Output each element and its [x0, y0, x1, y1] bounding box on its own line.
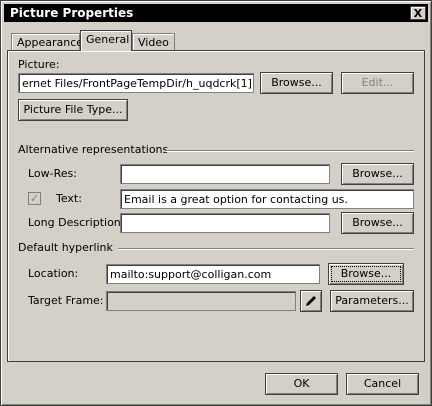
tab-video-label: Video — [138, 36, 169, 49]
location-label: Location: — [28, 267, 79, 280]
tab-general[interactable]: General — [80, 30, 132, 51]
low-res-field[interactable] — [120, 164, 330, 184]
picture-browse-button[interactable]: Browse... — [260, 72, 333, 94]
target-frame-label: Target Frame: — [28, 294, 104, 307]
tab-video[interactable]: Video — [132, 33, 175, 50]
low-res-browse-button[interactable]: Browse... — [341, 163, 414, 185]
edit-button[interactable]: Edit... — [341, 72, 414, 94]
long-description-label: Long Description: — [28, 216, 125, 229]
target-frame-field[interactable] — [106, 291, 296, 311]
low-res-label: Low-Res: — [28, 167, 77, 180]
tab-general-label: General — [86, 33, 130, 46]
target-frame-button[interactable] — [300, 290, 322, 312]
picture-file-type-button[interactable]: Picture File Type... — [18, 99, 128, 121]
ok-button[interactable]: OK — [265, 373, 338, 395]
location-field[interactable]: mailto:support@colligan.com — [106, 264, 320, 284]
general-tab-panel: Picture: ernet Files/FrontPageTempDir/h_… — [7, 50, 425, 362]
alternative-section-label: Alternative representations — [18, 143, 169, 156]
tab-appearance[interactable]: Appearance — [11, 33, 84, 50]
pencil-icon — [306, 296, 316, 306]
long-description-field[interactable] — [120, 213, 330, 233]
long-description-browse-button[interactable]: Browse... — [341, 212, 414, 234]
parameters-button[interactable]: Parameters... — [330, 290, 414, 312]
alt-text-field[interactable]: Email is a great option for contacting u… — [120, 189, 414, 209]
picture-path-field[interactable]: ernet Files/FrontPageTempDir/h_uqdcrk[1]… — [18, 73, 254, 93]
picture-properties-dialog: Picture Properties X Appearance General … — [0, 0, 432, 406]
hyperlink-separator — [118, 248, 414, 250]
alternative-separator — [166, 150, 414, 152]
tab-appearance-label: Appearance — [17, 36, 84, 49]
window-title: Picture Properties — [10, 6, 134, 20]
title-bar: Picture Properties X — [4, 4, 428, 22]
picture-label: Picture: — [18, 58, 60, 71]
text-checkbox[interactable]: ✓ — [28, 192, 41, 205]
hyperlink-section-label: Default hyperlink — [18, 241, 113, 254]
location-browse-button[interactable]: Browse... — [328, 263, 404, 285]
cancel-button[interactable]: Cancel — [346, 373, 419, 395]
close-button[interactable]: X — [410, 6, 426, 20]
text-label: Text: — [56, 192, 82, 205]
